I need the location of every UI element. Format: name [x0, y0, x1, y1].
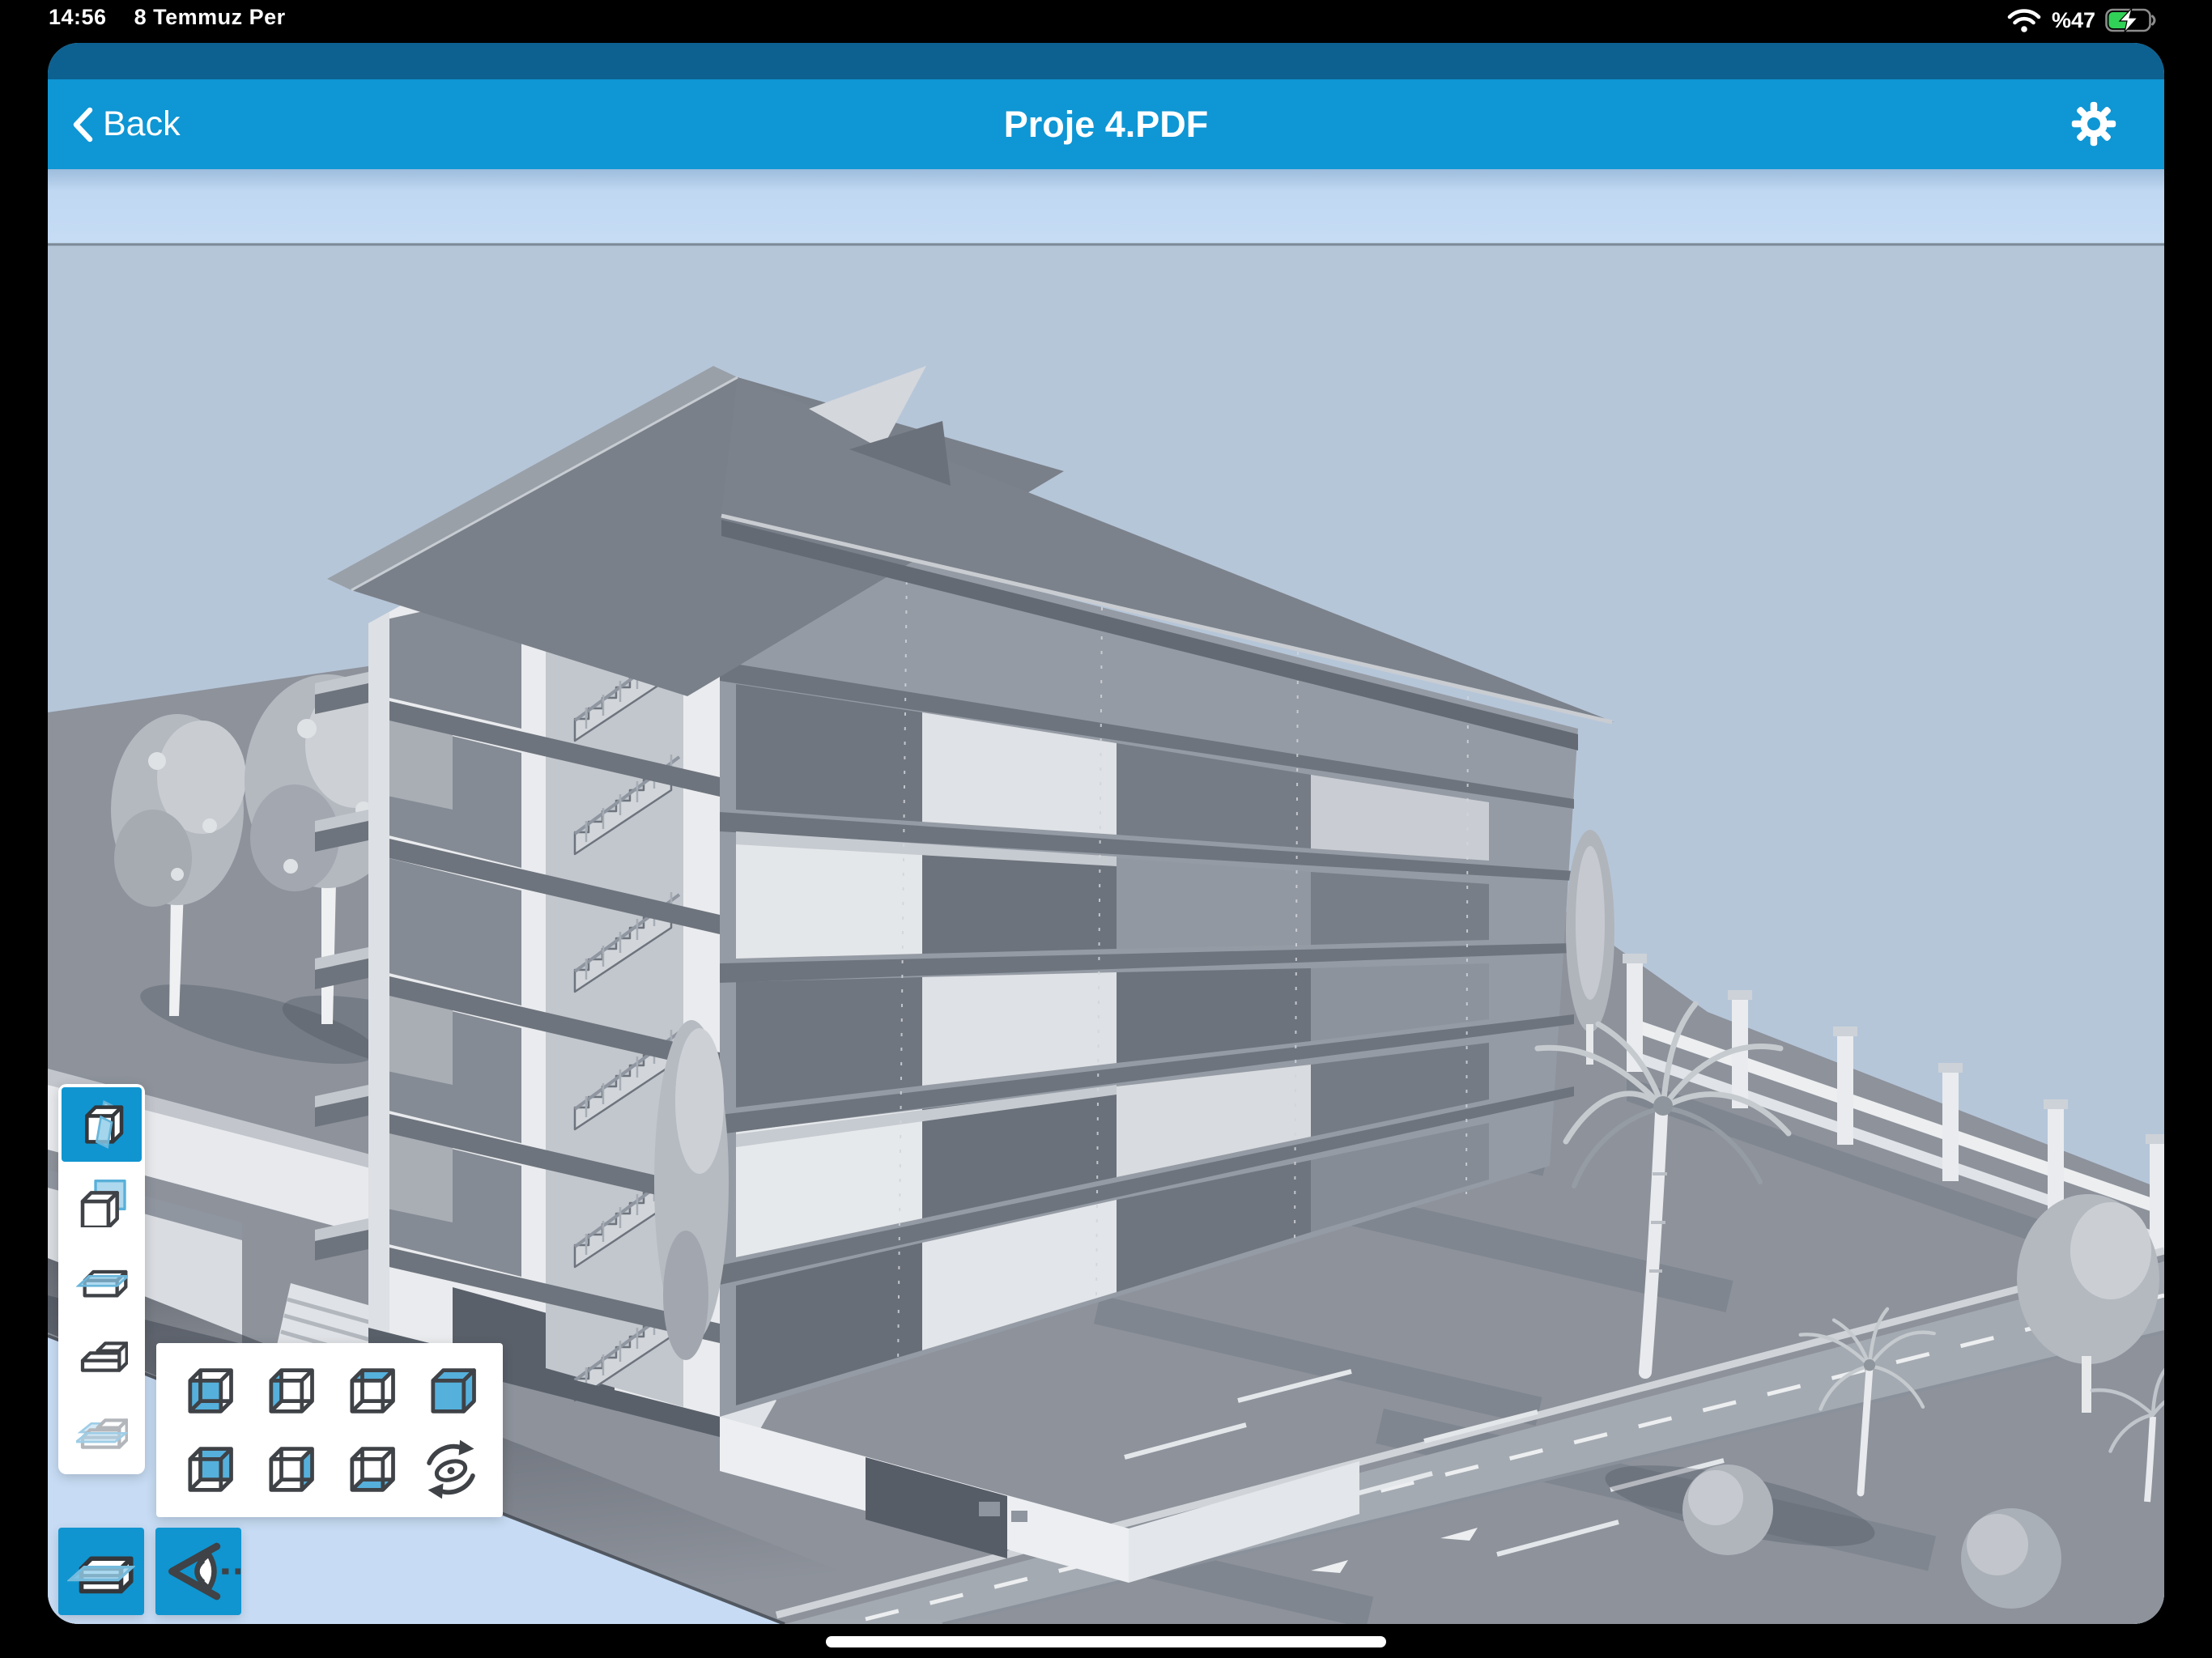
app-header-strip [48, 43, 2164, 79]
slab-section-button[interactable] [58, 1528, 144, 1615]
settings-button[interactable] [2070, 100, 2117, 147]
cube-right-face-icon [258, 1439, 320, 1500]
tool-orbit-view[interactable] [410, 1430, 491, 1508]
tool-section-front-face[interactable] [168, 1351, 249, 1430]
face-section-popup [156, 1343, 503, 1517]
tool-section-bottom-face[interactable] [330, 1430, 410, 1508]
cube-face-plane-icon [76, 1175, 128, 1227]
model-viewport[interactable] [48, 243, 2164, 1624]
toolbar-sub-band [48, 169, 2164, 243]
cube-back-face-icon [177, 1439, 239, 1500]
tool-section-right-face[interactable] [249, 1430, 330, 1508]
tool-face-plane-section[interactable] [62, 1164, 142, 1239]
home-indicator[interactable] [826, 1636, 1386, 1647]
section-visibility-button[interactable] [155, 1528, 241, 1615]
cube-top-face-icon [339, 1360, 401, 1422]
tool-section-back-face[interactable] [168, 1430, 249, 1508]
battery-percent: %47 [2052, 8, 2095, 33]
back-chevron-icon [70, 106, 95, 143]
tool-stepped-section[interactable] [62, 1318, 142, 1392]
eye-section-icon [156, 1539, 240, 1604]
status-time: 14:56 [49, 5, 107, 30]
cube-vertical-plane-icon [76, 1099, 128, 1150]
tool-vertical-section[interactable] [62, 1087, 142, 1162]
back-label: Back [103, 104, 181, 144]
app-window: Proje 4.PDF Back [48, 43, 2164, 1624]
cube-left-face-icon [258, 1360, 320, 1422]
tool-section-top-face[interactable] [330, 1351, 410, 1430]
battery-charging-icon [2105, 6, 2159, 34]
stepped-block-icon [76, 1329, 128, 1381]
wifi-icon [2006, 6, 2042, 34]
cube-front-face-icon [177, 1360, 239, 1422]
orbit-eye-icon [420, 1439, 482, 1500]
status-bar: 14:56 8 Temmuz Per %47 [0, 0, 2212, 43]
nav-bar: Proje 4.PDF Back [48, 79, 2164, 169]
page-title: Proje 4.PDF [48, 79, 2164, 169]
stepped-block-planes-icon [76, 1406, 128, 1458]
settings-gear-icon [2070, 100, 2117, 147]
section-toolbar [58, 1084, 145, 1474]
status-date: 8 Temmuz Per [134, 5, 286, 30]
tool-section-left-face[interactable] [249, 1351, 330, 1430]
tool-full-model-view[interactable] [410, 1351, 491, 1430]
slab-horizontal-plane-icon [76, 1252, 128, 1304]
tool-stepped-section-planes[interactable] [62, 1395, 142, 1469]
tool-horizontal-section[interactable] [62, 1241, 142, 1316]
cube-bottom-face-icon [339, 1439, 401, 1500]
slab-cut-plane-icon [67, 1537, 135, 1605]
back-button[interactable]: Back [70, 79, 181, 169]
solid-cube-icon [420, 1360, 482, 1422]
